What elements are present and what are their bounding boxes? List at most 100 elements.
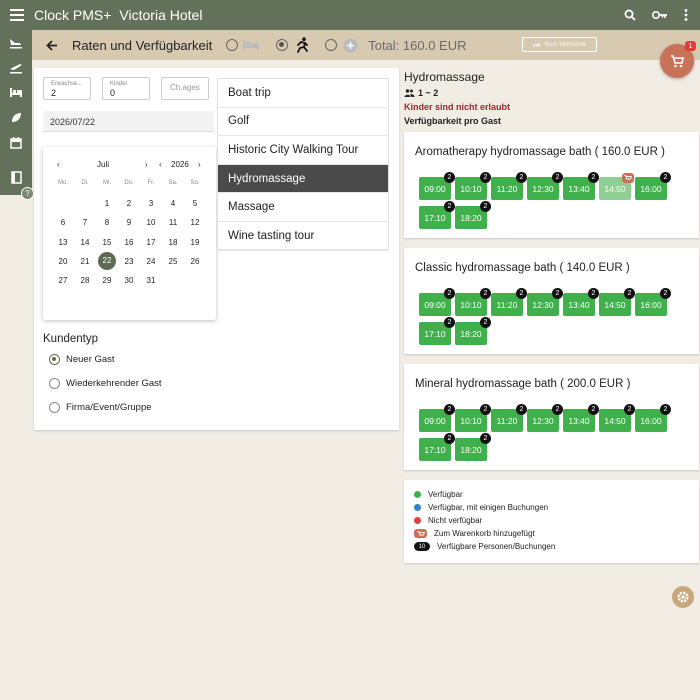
calendar-day[interactable]: 4 xyxy=(162,194,184,213)
back-button[interactable] xyxy=(32,30,72,60)
time-slot[interactable]: 09:00 2 xyxy=(419,288,455,316)
time-slot[interactable]: 18:20 2 xyxy=(455,201,491,229)
radio-button[interactable] xyxy=(49,378,60,389)
calendar-day[interactable]: 25 xyxy=(162,252,184,271)
time-slot[interactable]: 10:10 2 xyxy=(455,172,491,200)
calendar-day[interactable]: 21 xyxy=(74,252,96,271)
calendar-day[interactable]: 28 xyxy=(74,271,96,290)
customer-type-option[interactable]: Neuer Gast xyxy=(49,354,115,365)
time-slot[interactable]: 11:20 2 xyxy=(491,288,527,316)
time-slot[interactable]: 16:00 2 xyxy=(635,404,671,432)
time-slot[interactable]: 17:10 2 xyxy=(419,201,455,229)
radio-button[interactable] xyxy=(49,354,60,365)
calendar-day[interactable]: 15 xyxy=(96,233,118,252)
calendar-day[interactable]: 17 xyxy=(140,233,162,252)
menu-button[interactable] xyxy=(0,0,34,30)
nav-calendar[interactable] xyxy=(0,130,32,155)
time-slot[interactable]: 09:00 2 xyxy=(419,404,455,432)
calendar-day[interactable]: 3 xyxy=(140,194,162,213)
calendar-day[interactable]: 24 xyxy=(140,252,162,271)
time-slot[interactable]: 14:50 2 xyxy=(599,288,635,316)
adults-field[interactable]: Erwachse... 2 xyxy=(43,77,91,100)
time-slot[interactable]: 16:00 2 xyxy=(635,288,671,316)
calendar-day[interactable]: 27 xyxy=(52,271,74,290)
date-field[interactable]: 2026/07/22 xyxy=(43,111,214,132)
child-ages-field[interactable]: Ch.ages xyxy=(161,77,209,100)
calendar-day[interactable]: 10 xyxy=(140,213,162,232)
next-year-button[interactable]: › xyxy=(198,160,201,169)
prev-year-button[interactable]: ‹ xyxy=(159,160,162,169)
calendar-day[interactable]: 29 xyxy=(96,271,118,290)
time-slot[interactable]: 13:40 2 xyxy=(563,172,599,200)
mode-rooms-radio[interactable] xyxy=(226,39,239,51)
time-slot[interactable]: 14:50 2 xyxy=(599,404,635,432)
time-slot[interactable]: 13:40 2 xyxy=(563,404,599,432)
search-button[interactable] xyxy=(624,9,636,21)
calendar-day[interactable]: 20 xyxy=(52,252,74,271)
next-month-button[interactable]: › xyxy=(145,160,148,169)
time-slot[interactable]: 14:50 xyxy=(599,173,634,200)
activity-item[interactable]: Historic City Walking Tour xyxy=(218,136,388,165)
date-picker: ‹ Juli › ‹ 2026 › Mo. Di. Mi. Do. Fr. Sa. So. 1… xyxy=(43,147,216,320)
calendar-day[interactable]: 6 xyxy=(52,213,74,232)
time-slot[interactable]: 11:20 2 xyxy=(491,404,527,432)
calendar-day[interactable]: 7 xyxy=(74,213,96,232)
key-button[interactable] xyxy=(652,10,668,20)
calendar-day[interactable]: 26 xyxy=(184,252,206,271)
calendar-day[interactable]: 5 xyxy=(184,194,206,213)
calendar-day[interactable]: 18 xyxy=(162,233,184,252)
calendar-day[interactable]: 31 xyxy=(140,271,162,290)
customer-type-option[interactable]: Wiederkehrender Gast xyxy=(49,378,162,389)
nav-arrivals[interactable] xyxy=(0,30,32,55)
prev-month-button[interactable]: ‹ xyxy=(57,160,60,169)
time-slot[interactable]: 13:40 2 xyxy=(563,288,599,316)
customer-type-option[interactable]: Firma/Event/Gruppe xyxy=(49,402,152,413)
activity-item[interactable]: Golf xyxy=(218,108,388,137)
calendar-day[interactable]: 16 xyxy=(118,233,140,252)
time-slot[interactable]: 18:20 2 xyxy=(455,317,491,345)
calendar-day[interactable]: 23 xyxy=(118,252,140,271)
time-slot[interactable]: 18:20 2 xyxy=(455,433,491,461)
calendar-day-selected[interactable]: 22 xyxy=(98,251,116,270)
calendar-day[interactable]: 11 xyxy=(162,213,184,232)
time-slot[interactable]: 10:10 2 xyxy=(455,404,491,432)
children-field[interactable]: Kinder 0 xyxy=(102,77,150,100)
calendar-day[interactable]: 30 xyxy=(118,271,140,290)
activity-item[interactable]: Boat trip xyxy=(218,79,388,108)
more-button[interactable] xyxy=(684,9,688,21)
calendar-day[interactable]: 13 xyxy=(52,233,74,252)
legend-panel: Verfügbar Verfügbar, mit einigen Buchung… xyxy=(404,480,699,563)
more-vert-icon xyxy=(684,9,688,21)
time-slot[interactable]: 12:30 2 xyxy=(527,404,563,432)
calendar-day[interactable]: 1 xyxy=(96,194,118,213)
settings-button[interactable] xyxy=(672,586,694,608)
calendar-day[interactable]: 12 xyxy=(184,213,206,232)
activity-item[interactable]: Wine tasting tour xyxy=(218,222,388,251)
radio-button[interactable] xyxy=(49,402,60,413)
calendar-day[interactable]: 9 xyxy=(118,213,140,232)
mode-extras-radio[interactable] xyxy=(325,39,338,51)
time-slot[interactable]: 16:00 2 xyxy=(635,172,671,200)
capacity-badge: 2 xyxy=(516,172,527,183)
time-slot-label: 18:20 xyxy=(460,444,482,455)
nav-wellness[interactable] xyxy=(0,105,32,130)
time-slot[interactable]: 17:10 2 xyxy=(419,317,455,345)
nav-rooms[interactable] xyxy=(0,80,32,105)
calendar-day[interactable]: 8 xyxy=(96,213,118,232)
calendar-day[interactable]: 2 xyxy=(118,194,140,213)
activity-item[interactable]: Massage xyxy=(218,193,388,222)
calendar-day[interactable]: 19 xyxy=(184,233,206,252)
cart-button[interactable]: 1 xyxy=(660,41,696,78)
time-slot[interactable]: 12:30 2 xyxy=(527,288,563,316)
activity-item[interactable]: Hydromassage xyxy=(218,164,388,194)
mode-activities-radio[interactable] xyxy=(276,39,289,51)
calendar-day[interactable]: 14 xyxy=(74,233,96,252)
time-slot[interactable]: 09:00 2 xyxy=(419,172,455,200)
time-slot[interactable]: 11:20 2 xyxy=(491,172,527,200)
help-button[interactable]: ? xyxy=(21,187,34,200)
time-slot[interactable]: 12:30 2 xyxy=(527,172,563,200)
old-version-button[interactable]: OLD VERSION xyxy=(522,37,597,52)
time-slot[interactable]: 17:10 2 xyxy=(419,433,455,461)
time-slot[interactable]: 10:10 2 xyxy=(455,288,491,316)
nav-departures[interactable] xyxy=(0,55,32,80)
